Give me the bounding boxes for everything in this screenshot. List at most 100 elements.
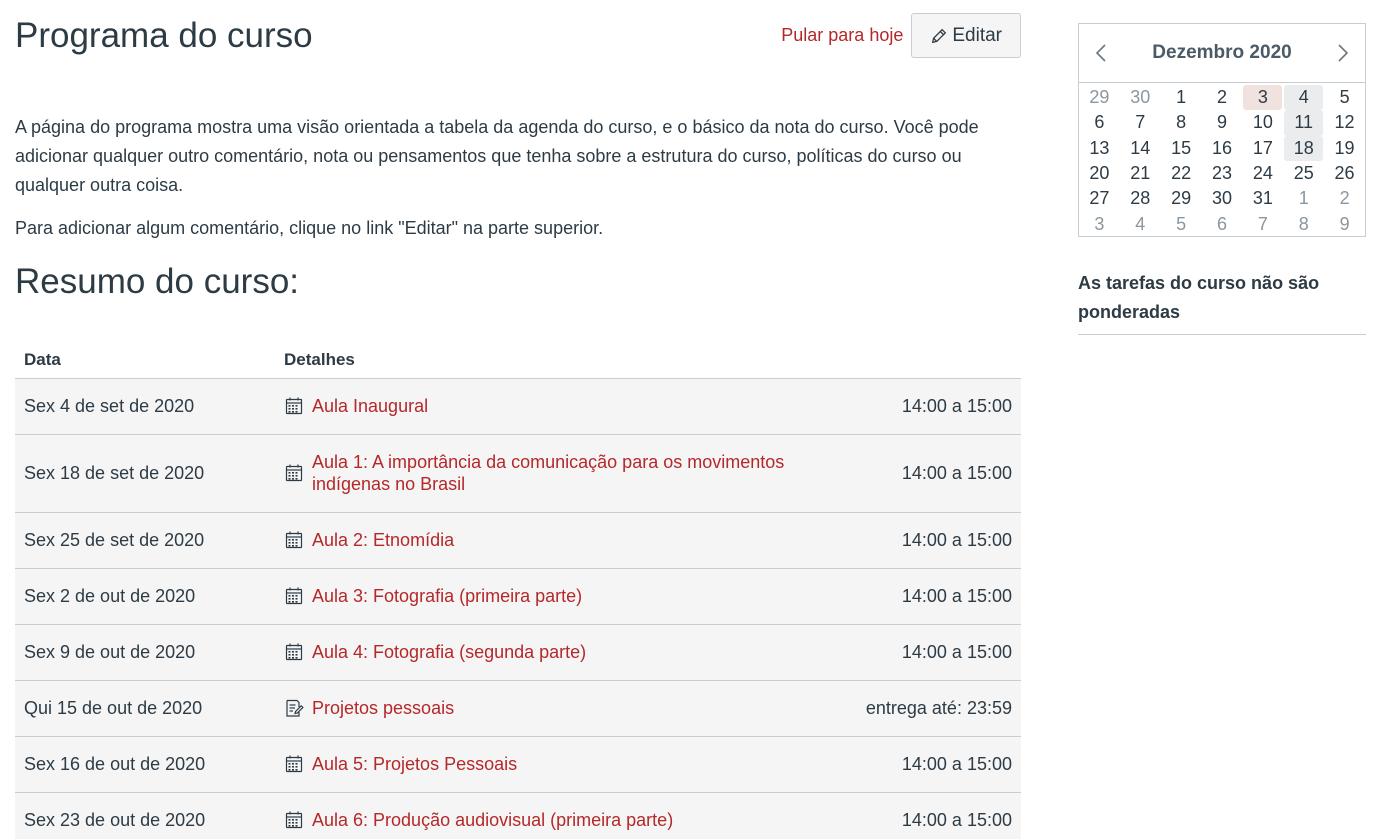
row-time: 14:00 a 15:00	[855, 624, 1021, 681]
chevron-left-icon[interactable]	[1091, 42, 1113, 64]
calendar-icon	[284, 810, 304, 830]
course-weights-note: As tarefas do curso não são ponderadas	[1078, 269, 1366, 335]
calendar-day[interactable]: 28	[1121, 186, 1160, 211]
row-details: Aula 5: Projetos Pessoais	[275, 736, 855, 793]
calendar-day[interactable]: 3	[1080, 211, 1119, 236]
edit-button[interactable]: Editar	[911, 13, 1021, 58]
table-body: Sex 4 de set de 2020 Aula Inaugural 14:00 …	[15, 378, 1021, 839]
header-actions: Pular para hoje Editar	[781, 13, 1021, 58]
calendar-day[interactable]: 26	[1325, 161, 1364, 186]
table-header-row: Data Detalhes	[15, 343, 1021, 379]
row-title-link[interactable]: Aula 5: Projetos Pessoais	[312, 753, 517, 775]
calendar-day[interactable]: 1	[1284, 186, 1323, 211]
row-title-link[interactable]: Aula 4: Fotografia (segunda parte)	[312, 641, 586, 663]
calendar-day[interactable]: 25	[1284, 161, 1323, 186]
calendar-day[interactable]: 8	[1284, 211, 1323, 236]
row-time: 14:00 a 15:00	[855, 568, 1021, 625]
calendar-day[interactable]: 9	[1203, 110, 1242, 135]
calendar-day[interactable]: 27	[1080, 186, 1119, 211]
calendar-day[interactable]: 18	[1284, 135, 1324, 161]
calendar-day[interactable]: 6	[1080, 110, 1119, 135]
calendar-day[interactable]: 22	[1162, 161, 1201, 186]
calendar-day[interactable]: 31	[1243, 186, 1282, 211]
description-paragraph: Para adicionar algum comentário, clique …	[15, 218, 604, 238]
row-details: Projetos pessoais	[275, 680, 855, 737]
calendar-day[interactable]: 30	[1203, 186, 1242, 211]
column-header-time	[855, 343, 1021, 379]
calendar-day[interactable]: 5	[1325, 85, 1364, 110]
calendar-day[interactable]: 4	[1284, 85, 1324, 111]
calendar-icon	[284, 463, 304, 483]
calendar-day[interactable]: 7	[1243, 211, 1282, 236]
column-header-date: Data	[15, 343, 275, 379]
calendar-day[interactable]: 17	[1243, 136, 1282, 161]
row-date: Sex 2 de out de 2020	[15, 568, 275, 625]
calendar-day[interactable]: 3	[1243, 85, 1283, 111]
calendar-day[interactable]: 13	[1080, 136, 1119, 161]
row-details: Aula 6: Produção audiovisual (primeira p…	[275, 792, 855, 839]
calendar-day[interactable]: 20	[1080, 161, 1119, 186]
calendar-grid: 29 30 1 2 3 4 5 6 7 8 9 10 11 12 13 14 15 16 17 18 19 20 21 22 2…	[1079, 83, 1365, 237]
calendar-day[interactable]: 1	[1162, 85, 1201, 110]
row-title-link[interactable]: Projetos pessoais	[312, 697, 454, 719]
table-row: Sex 18 de set de 2020 Aula 1: A importânc…	[15, 434, 1021, 513]
calendar-day[interactable]: 24	[1243, 161, 1282, 186]
row-details: Aula Inaugural	[275, 378, 855, 435]
calendar-day[interactable]: 7	[1121, 110, 1160, 135]
row-title-link[interactable]: Aula Inaugural	[312, 395, 428, 417]
calendar-day[interactable]: 29	[1162, 186, 1201, 211]
calendar-day[interactable]: 23	[1203, 161, 1242, 186]
row-date: Sex 4 de set de 2020	[15, 378, 275, 435]
summary-title: Resumo do curso:	[15, 262, 300, 301]
right-sidebar: Dezembro 2020 29 30 1 2 3 4 5 6 7 8 9 10 11 12 13 14 15 1…	[1078, 23, 1366, 335]
page-title: Programa do curso	[15, 16, 313, 55]
calendar-day[interactable]: 9	[1325, 211, 1364, 236]
calendar-icon	[284, 530, 304, 550]
calendar-day[interactable]: 16	[1203, 136, 1242, 161]
calendar-day[interactable]: 19	[1325, 136, 1364, 161]
calendar-day[interactable]: 12	[1325, 110, 1364, 135]
calendar-day[interactable]: 21	[1121, 161, 1160, 186]
calendar-day[interactable]: 10	[1243, 110, 1282, 135]
jump-to-today-link[interactable]: Pular para hoje	[781, 25, 903, 46]
row-time: 14:00 a 15:00	[855, 434, 1021, 513]
calendar-day[interactable]: 15	[1162, 136, 1201, 161]
calendar-day[interactable]: 14	[1121, 136, 1160, 161]
chevron-right-icon[interactable]	[1331, 42, 1353, 64]
calendar-icon	[284, 586, 304, 606]
row-details: Aula 3: Fotografia (primeira parte)	[275, 568, 855, 625]
row-date: Sex 9 de out de 2020	[15, 624, 275, 681]
calendar-day[interactable]: 8	[1162, 110, 1201, 135]
calendar-day[interactable]: 6	[1203, 211, 1242, 236]
calendar-day[interactable]: 4	[1121, 211, 1160, 236]
row-date: Sex 16 de out de 2020	[15, 736, 275, 793]
pencil-icon	[932, 28, 947, 43]
calendar-day[interactable]: 5	[1162, 211, 1201, 236]
calendar-day[interactable]: 29	[1080, 85, 1119, 110]
table-row: Sex 2 de out de 2020 Aula 3: Fotografia (…	[15, 568, 1021, 625]
syllabus-description: A página do programa mostra uma visão or…	[15, 113, 1015, 257]
calendar-header: Dezembro 2020	[1079, 24, 1365, 83]
table-row: Sex 9 de out de 2020 Aula 4: Fotografia (…	[15, 624, 1021, 681]
row-title-link[interactable]: Aula 1: A importância da comunicação par…	[312, 451, 846, 495]
table-row: Sex 25 de set de 2020 Aula 2: Etnomídia 14…	[15, 512, 1021, 569]
calendar-icon	[284, 396, 304, 416]
table-row: Sex 4 de set de 2020 Aula Inaugural 14:00 …	[15, 378, 1021, 435]
row-title-link[interactable]: Aula 2: Etnomídia	[312, 529, 454, 551]
row-date: Qui 15 de out de 2020	[15, 680, 275, 737]
row-time: 14:00 a 15:00	[855, 378, 1021, 435]
calendar-day[interactable]: 2	[1325, 186, 1364, 211]
calendar-month-label: Dezembro 2020	[1152, 42, 1292, 63]
row-date: Sex 18 de set de 2020	[15, 434, 275, 513]
row-time: 14:00 a 15:00	[855, 792, 1021, 839]
row-date: Sex 25 de set de 2020	[15, 512, 275, 569]
calendar-day[interactable]: 30	[1121, 85, 1160, 110]
row-details: Aula 4: Fotografia (segunda parte)	[275, 624, 855, 681]
row-title-link[interactable]: Aula 3: Fotografia (primeira parte)	[312, 585, 582, 607]
row-details: Aula 1: A importância da comunicação par…	[275, 434, 855, 513]
calendar-day[interactable]: 11	[1284, 110, 1324, 136]
row-title-link[interactable]: Aula 6: Produção audiovisual (primeira p…	[312, 809, 673, 831]
row-time: 14:00 a 15:00	[855, 736, 1021, 793]
mini-calendar: Dezembro 2020 29 30 1 2 3 4 5 6 7 8 9 10 11 12 13 14 15 1…	[1078, 23, 1366, 237]
calendar-day[interactable]: 2	[1203, 85, 1242, 110]
